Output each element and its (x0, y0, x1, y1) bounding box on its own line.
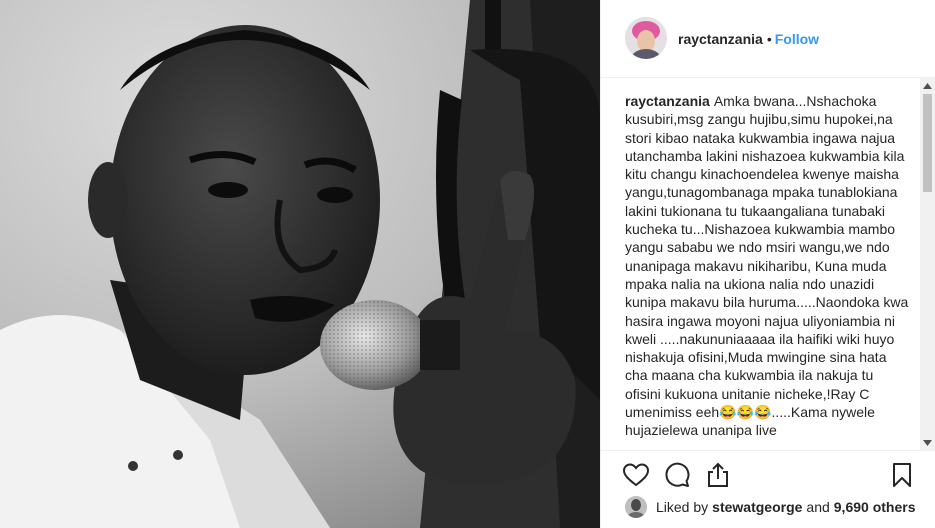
share-icon[interactable] (704, 461, 732, 489)
likes-count[interactable]: 9,690 others (834, 499, 916, 515)
post-photo[interactable] (0, 0, 600, 528)
scroll-up-button[interactable] (920, 78, 935, 93)
post-panel: rayctanzania • Follow rayctanzania Amka bwa… (600, 0, 935, 528)
bookmark-icon[interactable] (888, 461, 916, 489)
scroll-down-button[interactable] (920, 435, 935, 450)
scrollbar-thumb[interactable] (923, 94, 932, 192)
caption: rayctanzania Amka bwana...Nshachoka kusub… (625, 92, 911, 452)
header-text: rayctanzania • Follow (678, 31, 819, 47)
photo-illustration (0, 0, 600, 528)
caption-text: Amka bwana...Nshachoka kusubiri,msg zang… (625, 93, 909, 439)
likes-summary: Liked by stewatgeorge and 9,690 others (625, 494, 915, 520)
liker-avatar-image (625, 496, 647, 518)
caption-scrollbar[interactable] (920, 78, 935, 450)
comment-icon[interactable] (663, 461, 691, 489)
follow-button[interactable]: Follow (775, 31, 819, 47)
likes-and: and (806, 499, 830, 515)
post-header: rayctanzania • Follow (601, 0, 935, 78)
avatar[interactable] (625, 17, 667, 59)
likes-prefix: Liked by (656, 499, 709, 515)
caption-username[interactable]: rayctanzania (625, 93, 710, 109)
header-separator: • (766, 31, 772, 47)
liker-avatar[interactable] (625, 496, 647, 518)
action-bar: Liked by stewatgeorge and 9,690 others (601, 450, 935, 528)
liker-username[interactable]: stewatgeorge (712, 499, 802, 515)
heart-icon[interactable] (622, 461, 650, 489)
chevron-up-icon (923, 82, 932, 89)
chevron-down-icon (923, 439, 932, 446)
avatar-image (625, 17, 667, 59)
header-username[interactable]: rayctanzania (678, 31, 763, 47)
